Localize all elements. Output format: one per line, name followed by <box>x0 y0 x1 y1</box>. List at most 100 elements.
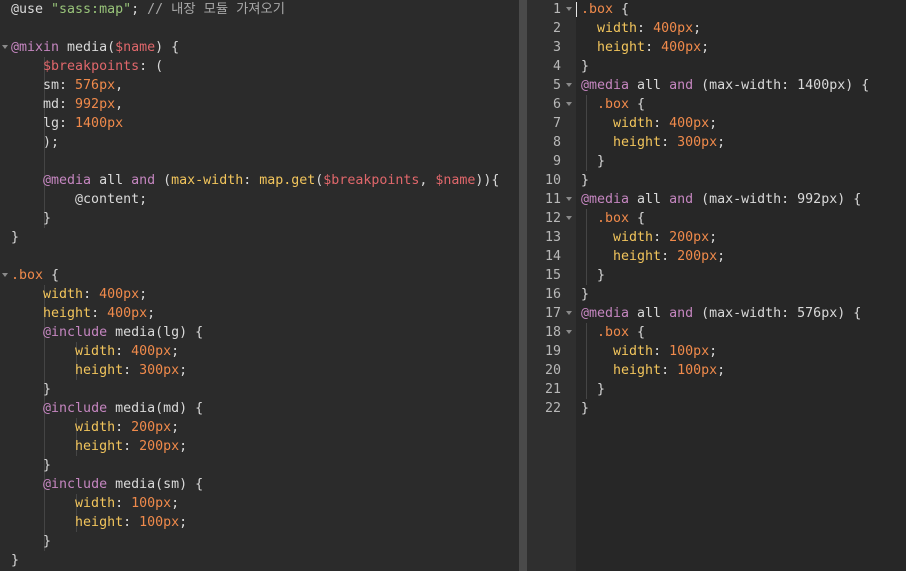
code-token: ; <box>171 420 180 435</box>
fold-arrow-icon[interactable] <box>2 273 8 277</box>
code-token: 100px <box>669 344 710 359</box>
code-token: @media <box>581 78 638 93</box>
code-token: all <box>637 192 670 207</box>
code-token: and <box>669 192 702 207</box>
fold-arrow-icon[interactable] <box>566 197 572 201</box>
code-token: } <box>581 59 590 74</box>
code-token: ; <box>717 363 726 378</box>
code-line: sm: 576px, <box>0 76 519 95</box>
code-token: } <box>581 287 590 302</box>
code-token: ); <box>11 135 60 150</box>
fold-arrow-icon[interactable] <box>566 83 572 87</box>
code-token: } <box>11 534 52 549</box>
line-number: 18 <box>527 323 576 342</box>
code-token: : <box>661 363 678 378</box>
code-token: (max-width: 992px) { <box>701 192 862 207</box>
code-token: @include <box>43 325 116 340</box>
code-token: } <box>581 154 606 169</box>
code-token: ; <box>139 287 148 302</box>
line-number-text: 3 <box>552 40 561 55</box>
code-token: height <box>613 135 662 150</box>
line-number-text: 1 <box>552 2 561 17</box>
right-code-lines: .box { width: 400px; height: 400px;} @med… <box>576 0 906 418</box>
line-number-text: 6 <box>552 97 561 112</box>
code-token: .box <box>597 97 630 112</box>
code-line: } <box>576 380 906 399</box>
code-token: and <box>669 306 702 321</box>
right-code-editor[interactable]: 1 2 3 4 5 6 7 8 9 10 11 12 13 14 15 16 17 18 19 20 21 22 .box… <box>527 0 906 571</box>
code-token: : <box>653 116 670 131</box>
line-number: 16 <box>527 285 576 304</box>
fold-arrow-icon[interactable] <box>2 45 8 49</box>
line-number-text: 19 <box>544 344 561 359</box>
code-line: @media all and (max-width: map.get($brea… <box>0 171 519 190</box>
code-token: $breakpoints <box>43 59 140 74</box>
code-token: } <box>11 553 20 568</box>
code-token: 576px <box>75 78 116 93</box>
fold-arrow-icon[interactable] <box>566 216 572 220</box>
code-token: media(lg) { <box>115 325 204 340</box>
code-token: : ( <box>139 59 164 74</box>
line-number: 12 <box>527 209 576 228</box>
fold-arrow-icon[interactable] <box>566 311 572 315</box>
code-token: ; <box>171 496 180 511</box>
code-token: height <box>75 515 124 530</box>
line-number-text: 11 <box>544 192 561 207</box>
code-token: and <box>669 78 702 93</box>
code-token: } <box>11 211 52 226</box>
code-token: } <box>581 382 606 397</box>
right-code-area[interactable]: .box { width: 400px; height: 400px;} @med… <box>576 0 906 571</box>
code-token: ; <box>717 135 726 150</box>
code-token: ; <box>717 249 726 264</box>
code-token: (max-width: 576px) { <box>701 306 862 321</box>
code-token: } <box>11 382 52 397</box>
line-number: 7 <box>527 114 576 133</box>
code-line: .box { <box>576 323 906 342</box>
code-token: ; <box>179 439 188 454</box>
code-token: @include <box>43 401 116 416</box>
code-token: ; <box>709 116 718 131</box>
code-token: ; <box>131 2 148 17</box>
code-token: 300px <box>677 135 718 150</box>
code-token: : <box>91 306 108 321</box>
code-token: .box <box>581 2 614 17</box>
code-token: 100px <box>677 363 718 378</box>
pane-divider[interactable] <box>519 0 527 571</box>
code-line: height: 400px; <box>576 38 906 57</box>
code-line: width: 400px; <box>0 342 519 361</box>
code-token: "sass:map" <box>51 2 132 17</box>
fold-arrow-icon[interactable] <box>566 102 572 106</box>
code-token: width <box>613 230 654 245</box>
code-token: max-width <box>171 173 244 188</box>
fold-arrow-icon[interactable] <box>566 7 572 11</box>
code-line: } <box>0 532 519 551</box>
code-token: height <box>75 363 124 378</box>
fold-arrow-icon[interactable] <box>566 330 572 334</box>
code-token: width <box>613 116 654 131</box>
code-token: @media <box>581 192 638 207</box>
code-line: } <box>576 285 906 304</box>
code-token: ) { <box>155 40 180 55</box>
left-code-editor[interactable]: @use "sass:map"; // 내장 모듈 가져오기 @mixin me… <box>0 0 519 571</box>
line-number-text: 10 <box>544 173 561 188</box>
code-line: width: 100px; <box>0 494 519 513</box>
code-token: @media <box>581 306 638 321</box>
line-number-gutter: 1 2 3 4 5 6 7 8 9 10 11 12 13 14 15 16 17 18 19 20 21 22 <box>527 0 576 571</box>
code-token: , <box>419 173 436 188</box>
line-number-text: 8 <box>552 135 561 150</box>
code-token: media(md) { <box>115 401 204 416</box>
code-line: } <box>576 399 906 418</box>
line-number: 14 <box>527 247 576 266</box>
code-token: { <box>43 268 60 283</box>
line-number: 8 <box>527 133 576 152</box>
code-token: : <box>243 173 260 188</box>
